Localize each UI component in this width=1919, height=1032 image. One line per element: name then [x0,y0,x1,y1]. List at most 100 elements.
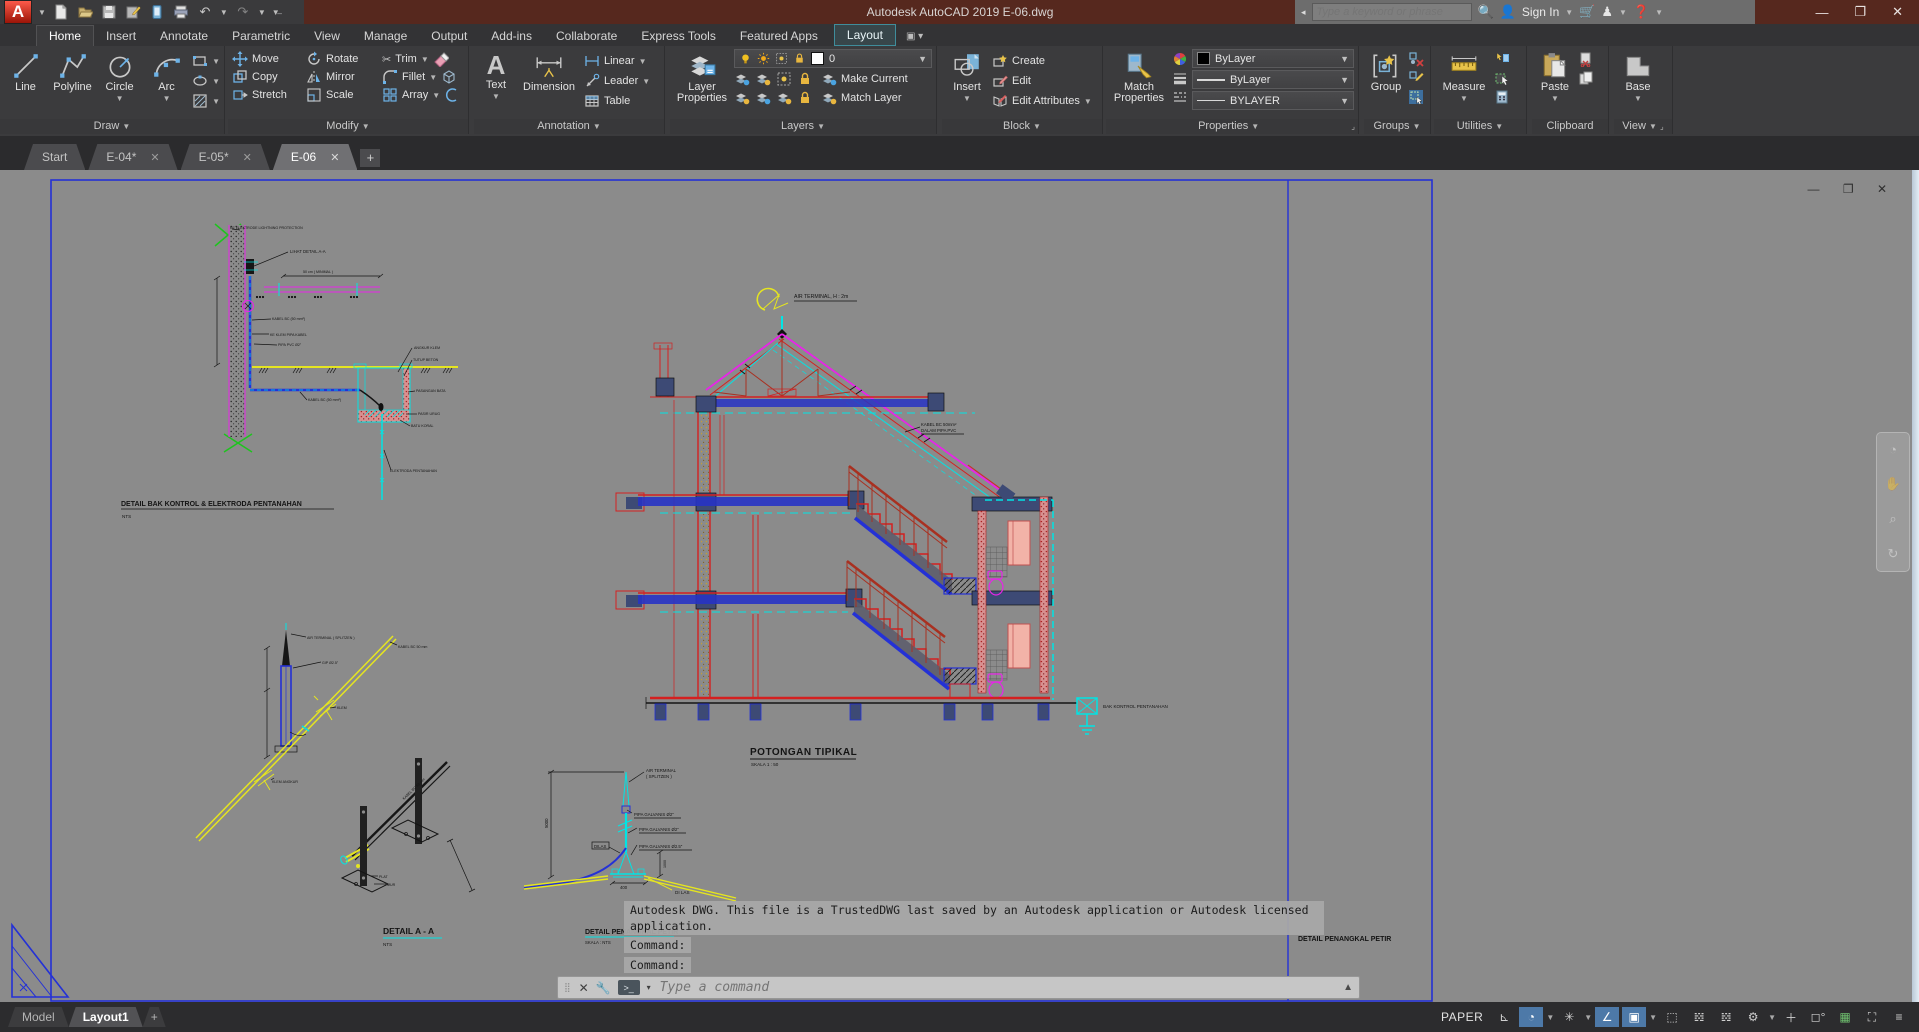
autocad-logo-icon[interactable]: A [4,0,32,24]
search-input[interactable] [1312,3,1472,21]
tab-express-tools[interactable]: Express Tools [629,26,727,46]
command-grip[interactable]: ⣿ [564,982,572,993]
annotation-visibility-icon[interactable]: 𝍌 [1714,1007,1738,1027]
command-customize-icon[interactable]: 🔧 [596,981,611,995]
customization-menu-icon[interactable]: ≡ [1887,1007,1911,1027]
copy-button[interactable]: Copy [232,69,296,85]
app-store-cart-icon[interactable]: 🛒 [1579,4,1595,20]
polar-chevron-icon[interactable]: ▼ [1584,1013,1592,1022]
save-icon[interactable] [100,3,118,21]
plot-icon[interactable] [172,3,190,21]
dimension-button[interactable]: Dimension [518,49,580,93]
stretch-button[interactable]: Stretch [232,87,296,103]
restore-button[interactable]: ❐ [1854,4,1866,20]
measure-button[interactable]: Measure▼ [1438,49,1490,103]
undo-icon[interactable]: ↶ [196,3,214,21]
tab-featured-apps[interactable]: Featured Apps [728,26,830,46]
hatch-button[interactable]: ▼ [192,93,220,109]
layer-unisolate-icon[interactable] [755,71,771,87]
quick-calc-icon[interactable] [1494,89,1510,105]
help-icon[interactable]: ❓ [1633,4,1649,20]
selection-cycling-icon[interactable]: ⬚ [1660,1007,1684,1027]
scale-button[interactable]: Scale [306,87,372,103]
close-tab-icon[interactable]: ✕ [150,151,159,164]
annotation-monitor-icon[interactable]: ＋ [1779,1007,1803,1027]
cut-clip-icon[interactable] [1578,51,1594,67]
command-close-icon[interactable]: ✕ [579,981,589,995]
qat-customize-icon[interactable]: ▼̶ [272,8,280,17]
tab-layout[interactable]: Layout [834,24,896,46]
steering-wheel-icon[interactable]: ◔ [1889,442,1897,457]
layer-vpfreeze-icon[interactable] [776,90,792,106]
layer-isolate-icon[interactable] [734,71,750,87]
panel-layers-footer[interactable]: Layers ▼ [670,119,936,134]
drawing-area[interactable]: text{font-family:"Liberation Sans",sans-… [0,170,1919,1002]
tab-collaborate[interactable]: Collaborate [544,26,629,46]
new-file-icon[interactable] [52,3,70,21]
orbit-icon[interactable]: ↻ [1888,546,1899,562]
layer-off-icon[interactable] [734,90,750,106]
group-button[interactable]: Group [1368,49,1404,93]
sign-in-chevron-icon[interactable]: ▼ [1565,8,1573,17]
logo-chevron-icon[interactable]: ▼ [38,8,46,17]
group-selection-icon[interactable] [1408,89,1424,105]
file-tab-e05[interactable]: E-05*✕ [181,144,270,170]
table-button[interactable]: Table [584,93,650,109]
annotation-scale-icon[interactable]: 𝍌 [1687,1007,1711,1027]
file-tab-start[interactable]: Start [24,144,85,170]
copy-clip-icon[interactable] [1578,70,1594,86]
match-layer-button[interactable]: Match Layer [821,90,902,106]
line-button[interactable]: Line [4,49,47,93]
panel-groups-footer[interactable]: Groups ▼ [1364,119,1430,134]
redo-icon[interactable]: ↷ [234,3,252,21]
units-icon[interactable]: ◻° [1806,1007,1830,1027]
ortho-icon[interactable]: ∠ [1595,1007,1619,1027]
rectangle-button[interactable]: ▼ [192,53,220,69]
layer-unlock-icon[interactable] [797,90,813,106]
tab-view[interactable]: View [302,26,352,46]
layer-walk-icon[interactable] [755,90,771,106]
zoom-icon[interactable]: ⌕ [1889,511,1896,527]
command-bar[interactable]: ⣿ ✕ 🔧 >_ ▾ ▲ [557,976,1360,999]
linear-button[interactable]: Linear▼ [584,53,650,69]
id-point-icon[interactable] [1494,70,1510,86]
match-properties-button[interactable]: Match Properties [1110,49,1168,104]
layer-properties-button[interactable]: Layer Properties [674,49,730,104]
create-block-button[interactable]: Create [992,53,1092,69]
group-edit-icon[interactable] [1408,70,1424,86]
tab-output[interactable]: Output [419,26,479,46]
trim-button[interactable]: ✂Trim▼ [382,51,449,67]
insert-block-button[interactable]: Insert▼ [946,49,988,103]
minimize-button[interactable]: — [1815,5,1828,20]
help-chevron-icon[interactable]: ▼ [1655,8,1663,17]
undo-chevron-icon[interactable]: ▼ [220,8,228,17]
command-recent-chevron-icon[interactable]: ▾ [647,983,651,992]
arc-button[interactable]: Arc▼ [145,49,188,103]
panel-draw-footer[interactable]: Draw ▼ [0,119,224,134]
open-file-icon[interactable] [76,3,94,21]
polar-tracking-icon[interactable]: ✳ [1557,1007,1581,1027]
leader-button[interactable]: Leader▼ [584,73,650,89]
panel-view-footer[interactable]: View ▼ ⌟ [1614,119,1672,134]
close-button[interactable]: ✕ [1892,4,1903,20]
sign-in-button[interactable]: Sign In [1522,5,1559,19]
model-tab[interactable]: Model [8,1007,69,1027]
new-layout-button[interactable]: + [143,1007,166,1027]
command-input[interactable] [658,979,1336,996]
osnap-chevron-icon[interactable]: ▼ [1649,1013,1657,1022]
layer-freeze-tool-icon[interactable] [776,71,792,87]
grid-icon[interactable]: ⊾ [1492,1007,1516,1027]
redo-chevron-icon[interactable]: ▼ [258,8,266,17]
paper-space-toggle[interactable]: PAPER [1441,1010,1483,1024]
ribbon-minimize-icon[interactable]: ▣ ▾ [906,31,923,46]
close-tab-icon[interactable]: ✕ [330,151,339,164]
search-binoculars-icon[interactable]: 🔍 [1478,4,1494,20]
close-tab-icon[interactable]: ✕ [243,151,252,164]
move-button[interactable]: Move [232,51,296,67]
infocenter-collapse-icon[interactable]: ◂ [1301,7,1306,18]
save-as-icon[interactable] [124,3,142,21]
autodesk-share-icon[interactable]: ♟ [1601,4,1613,20]
mobile-sync-icon[interactable] [148,3,166,21]
linetype-icon[interactable] [1172,89,1188,105]
panel-annotation-footer[interactable]: Annotation ▼ [474,119,664,134]
